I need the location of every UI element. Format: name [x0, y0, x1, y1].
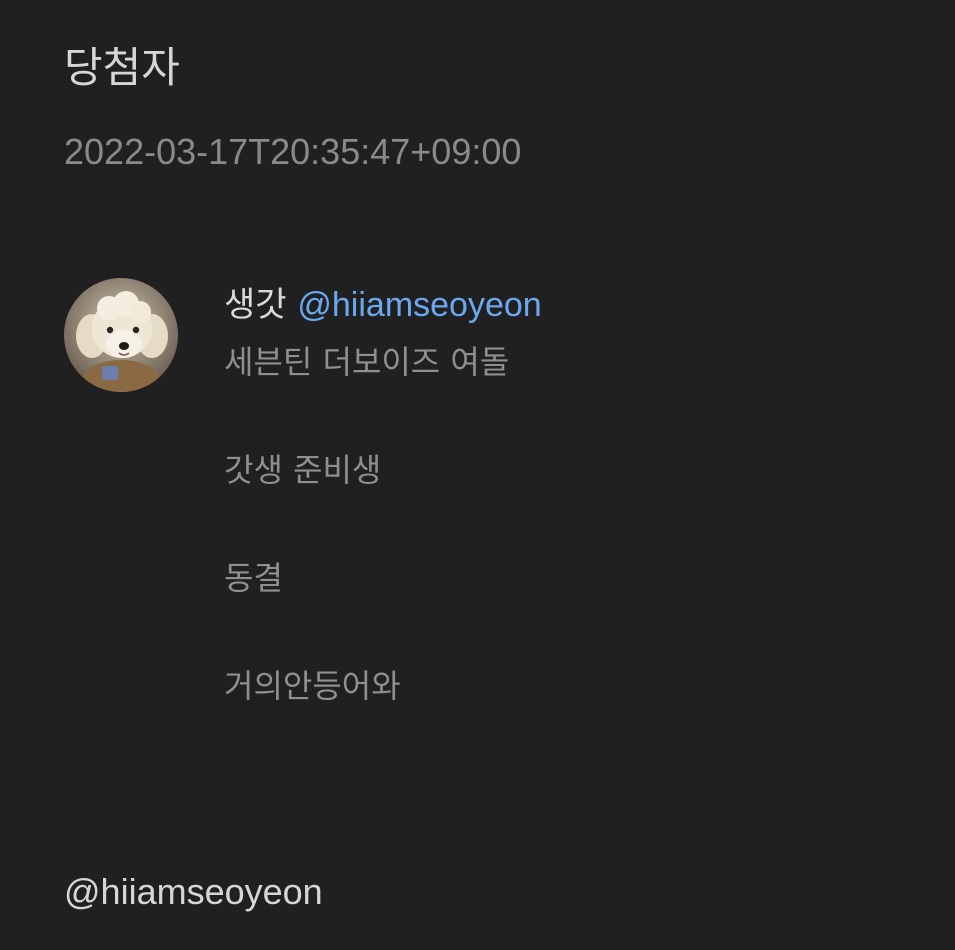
timestamp: 2022-03-17T20:35:47+09:00: [64, 131, 522, 172]
page-title: 당첨자: [64, 43, 180, 92]
profile-handle-link[interactable]: @hiiamseoyeon: [297, 286, 541, 324]
profile-name-line: 생갓 @hiiamseoyeon: [224, 283, 542, 327]
bio-line: 갓생 준비생: [224, 451, 382, 489]
winner-card: 당첨자 2022-03-17T20:35:47+09:00 생갓 @hiiams…: [0, 0, 955, 950]
puppy-avatar-icon: [64, 278, 178, 392]
bio-line: 동결: [224, 559, 283, 597]
bio-line: 세븐틴 더보이즈 여돌: [224, 343, 510, 381]
avatar[interactable]: [64, 278, 178, 392]
profile-section: 생갓 @hiiamseoyeon 세븐틴 더보이즈 여돌 갓생 준비생 동결 거…: [224, 283, 542, 707]
footer-handle: @hiiamseoyeon: [64, 871, 323, 912]
profile-bio: 세븐틴 더보이즈 여돌 갓생 준비생 동결 거의안등어와: [224, 341, 542, 707]
bio-line: 거의안등어와: [224, 667, 401, 705]
display-name: 생갓: [224, 285, 287, 325]
